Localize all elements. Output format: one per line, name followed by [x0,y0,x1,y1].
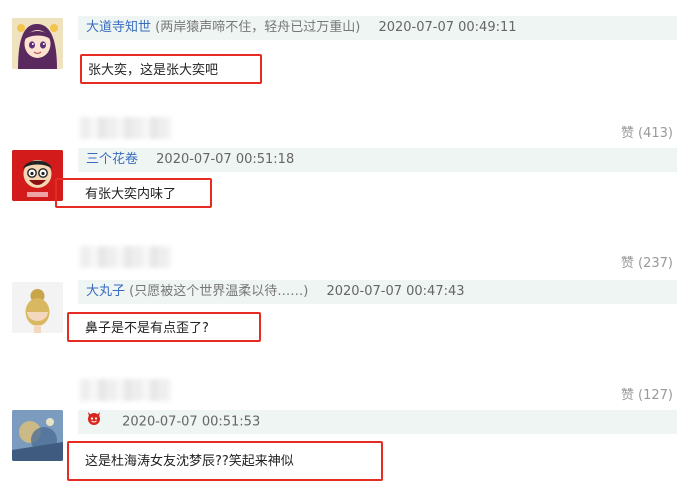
timestamp: 2020-07-07 00:47:43 [326,284,465,299]
blurred-content [80,246,172,268]
username[interactable]: 大丸子 [86,284,125,299]
username[interactable]: 大道寺知世 [86,20,151,35]
comment-meta: 2020-07-07 00:51:53 [78,410,677,434]
comment-meta: 大丸子 (只愿被这个世界温柔以待……) 2020-07-07 00:47:43 [78,280,677,304]
user-signature: (两岸猿声啼不住，轻舟已过万重山) [155,20,361,35]
like-button[interactable]: 赞 (413) [621,122,673,141]
comment-meta: 大道寺知世 (两岸猿声啼不住，轻舟已过万重山) 2020-07-07 00:49… [78,16,677,40]
avatar[interactable] [12,282,63,333]
like-count: (127) [638,388,673,403]
user-signature: (只愿被这个世界温柔以待……) [129,284,309,299]
comment-text: 鼻子是不是有点歪了? [67,312,261,342]
timestamp: 2020-07-07 00:49:11 [378,20,517,35]
like-button[interactable]: 赞 (237) [621,252,673,271]
avatar[interactable] [12,18,63,69]
timestamp: 2020-07-07 00:51:18 [156,152,295,167]
like-label: 赞 [621,388,635,403]
like-label: 赞 [621,256,635,271]
blurred-content [80,117,172,139]
comment-text: 有张大奕内味了 [55,178,212,208]
comment-text: 张大奕，这是张大奕吧 [80,54,262,84]
username[interactable]: 三个花卷 [86,152,138,167]
devil-icon [86,410,102,434]
comment-text: 这是杜海涛女友沈梦辰??笑起来神似 [67,441,383,481]
like-count: (413) [638,126,673,141]
comment-meta: 三个花卷 2020-07-07 00:51:18 [78,148,677,172]
like-count: (237) [638,256,673,271]
timestamp: 2020-07-07 00:51:53 [122,414,261,430]
blurred-content [80,379,172,401]
like-label: 赞 [621,126,635,141]
like-button[interactable]: 赞 (127) [621,384,673,403]
avatar[interactable] [12,410,63,461]
